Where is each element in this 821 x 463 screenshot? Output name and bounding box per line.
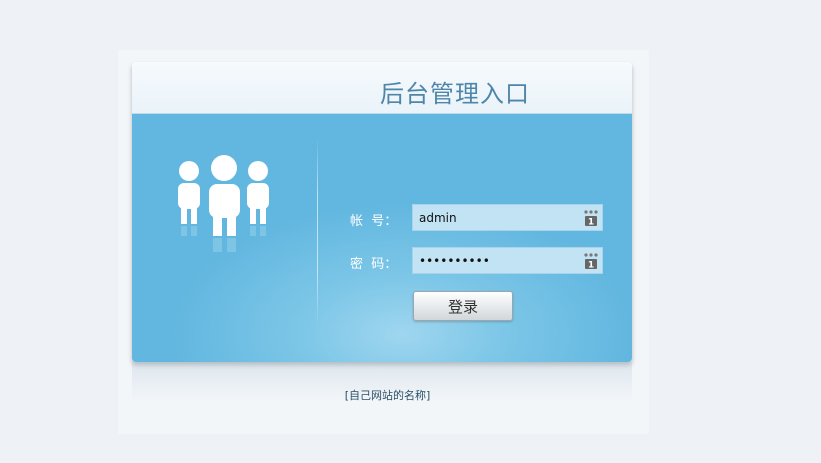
account-field: 1: [412, 204, 603, 231]
site-name: [自己网站的名称]: [344, 389, 431, 402]
people-group-icon: [178, 155, 269, 252]
password-input[interactable]: [413, 248, 584, 273]
svg-text:1: 1: [588, 218, 594, 228]
password-label: 密 码：: [350, 257, 398, 272]
password-field: 1: [412, 247, 603, 274]
card-header: 后台管理入口: [132, 62, 632, 114]
login-card: 后台管理入口 帐 号： admin 1 密 码： 1 登录: [132, 62, 632, 362]
account-label: 帐 号：: [350, 214, 398, 229]
account-input[interactable]: [413, 205, 584, 230]
divider: [317, 138, 318, 326]
virtual-keyboard-icon[interactable]: 1: [583, 252, 599, 270]
login-button[interactable]: 登录: [413, 291, 513, 321]
svg-text:1: 1: [588, 261, 594, 271]
virtual-keyboard-icon[interactable]: 1: [583, 209, 599, 227]
card-body: 帐 号： 1 密 码： 1 登录: [132, 114, 632, 362]
page-title: 后台管理入口: [380, 80, 530, 108]
